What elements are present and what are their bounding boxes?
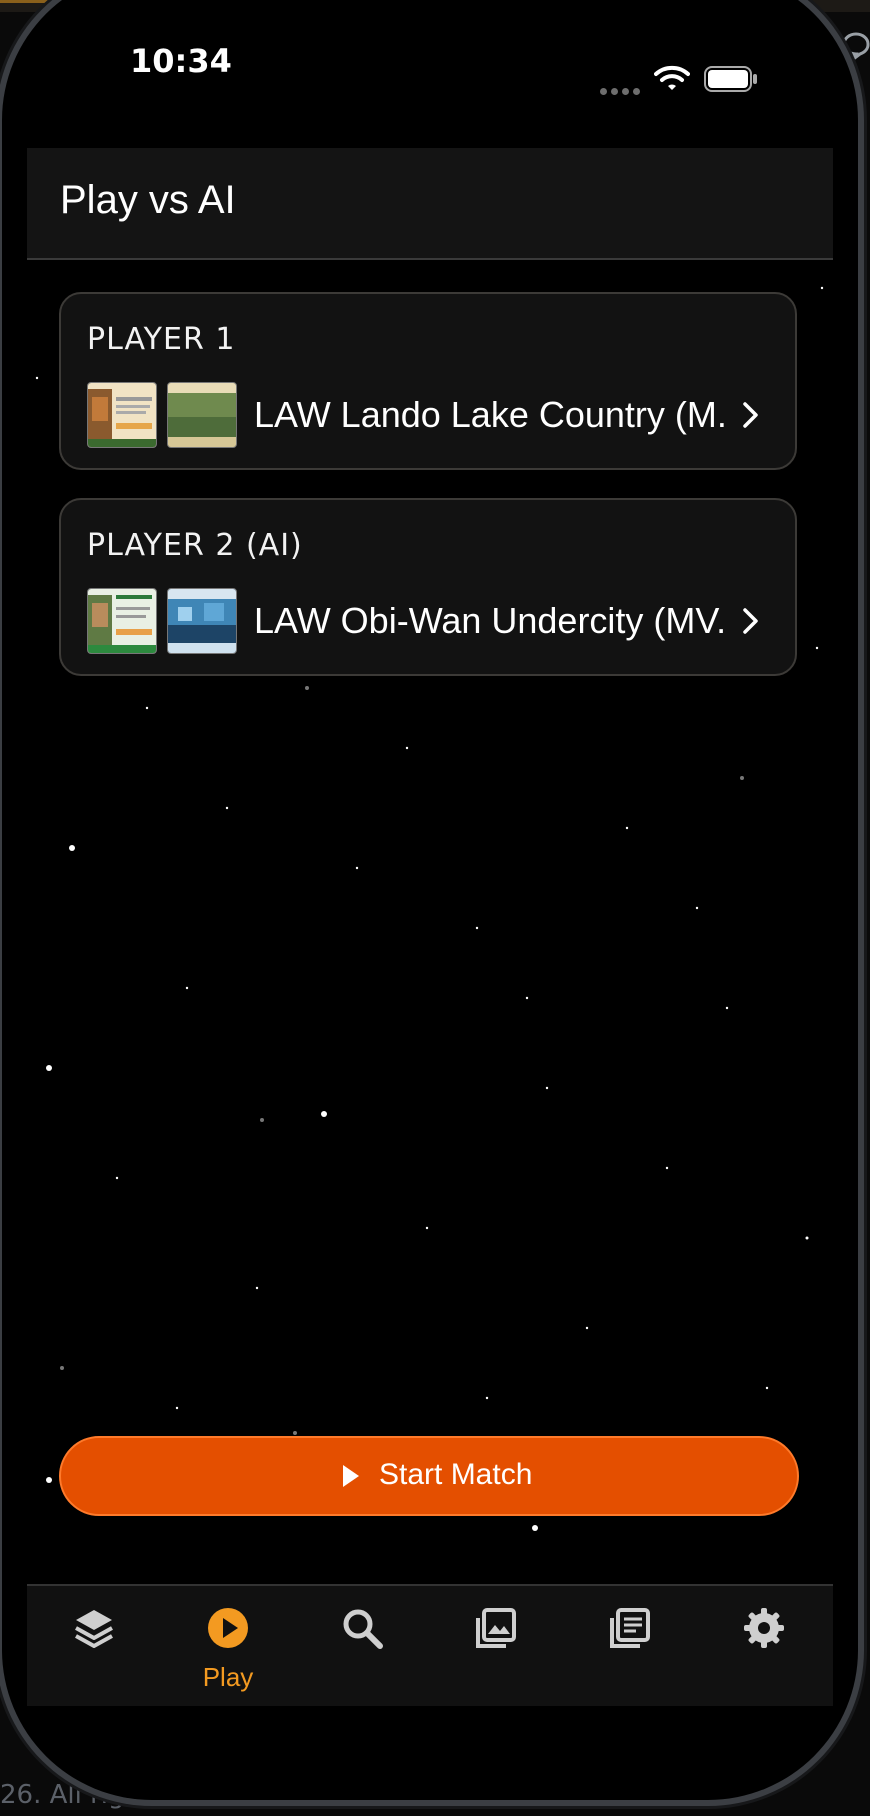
- library-icon: [610, 1608, 650, 1648]
- player-1-deck-name: LAW Lando Lake Country (M...: [254, 394, 724, 435]
- search-icon: [343, 1609, 383, 1649]
- tab-library[interactable]: [590, 1606, 670, 1696]
- start-match-label: Start Match: [379, 1458, 533, 1491]
- tab-decks[interactable]: [54, 1606, 134, 1696]
- battery-icon: [704, 66, 757, 92]
- chevron-right-icon: [743, 608, 758, 634]
- app-screen: 10:34 Play vs AI PLAYER 1 LAW Lando Lake…: [2, 0, 858, 1800]
- player-2-base-card-thumbnail: [167, 588, 237, 654]
- start-match-button[interactable]: Start Match: [59, 1436, 799, 1516]
- play-circle-icon: [208, 1608, 248, 1648]
- status-time: 10:34: [130, 42, 232, 80]
- player-1-leader-card-thumbnail: [87, 382, 157, 448]
- gear-icon: [744, 1608, 784, 1648]
- player-1-label: PLAYER 1: [87, 322, 236, 357]
- play-icon: [343, 1465, 359, 1487]
- gallery-icon: [476, 1608, 516, 1648]
- player-2-label: PLAYER 2 (AI): [87, 528, 303, 563]
- tab-play-label: Play: [202, 1662, 254, 1692]
- player-1-base-card-thumbnail: [167, 382, 237, 448]
- player-2-deck-selector[interactable]: PLAYER 2 (AI) LAW Obi-Wan Undercity (MV.…: [59, 498, 797, 676]
- player-2-deck-name: LAW Obi-Wan Undercity (MV...: [254, 600, 724, 641]
- chevron-right-icon: [743, 402, 758, 428]
- player-2-leader-card-thumbnail: [87, 588, 157, 654]
- tab-search[interactable]: [322, 1606, 402, 1696]
- layers-icon: [75, 1610, 113, 1648]
- player-1-deck-selector[interactable]: PLAYER 1 LAW Lando Lake Country (M...: [59, 292, 797, 470]
- tab-play[interactable]: Play: [188, 1606, 268, 1696]
- phone-device: 10:34 Play vs AI PLAYER 1 LAW Lando Lake…: [2, 0, 858, 1800]
- app-header: Play vs AI: [27, 148, 833, 260]
- tab-settings[interactable]: [724, 1606, 804, 1696]
- page-title: Play vs AI: [60, 178, 236, 222]
- tab-gallery[interactable]: [456, 1606, 536, 1696]
- cellular-signal-icon: [600, 80, 644, 95]
- bottom-tab-bar: Play: [27, 1584, 833, 1706]
- wifi-icon: [654, 65, 690, 90]
